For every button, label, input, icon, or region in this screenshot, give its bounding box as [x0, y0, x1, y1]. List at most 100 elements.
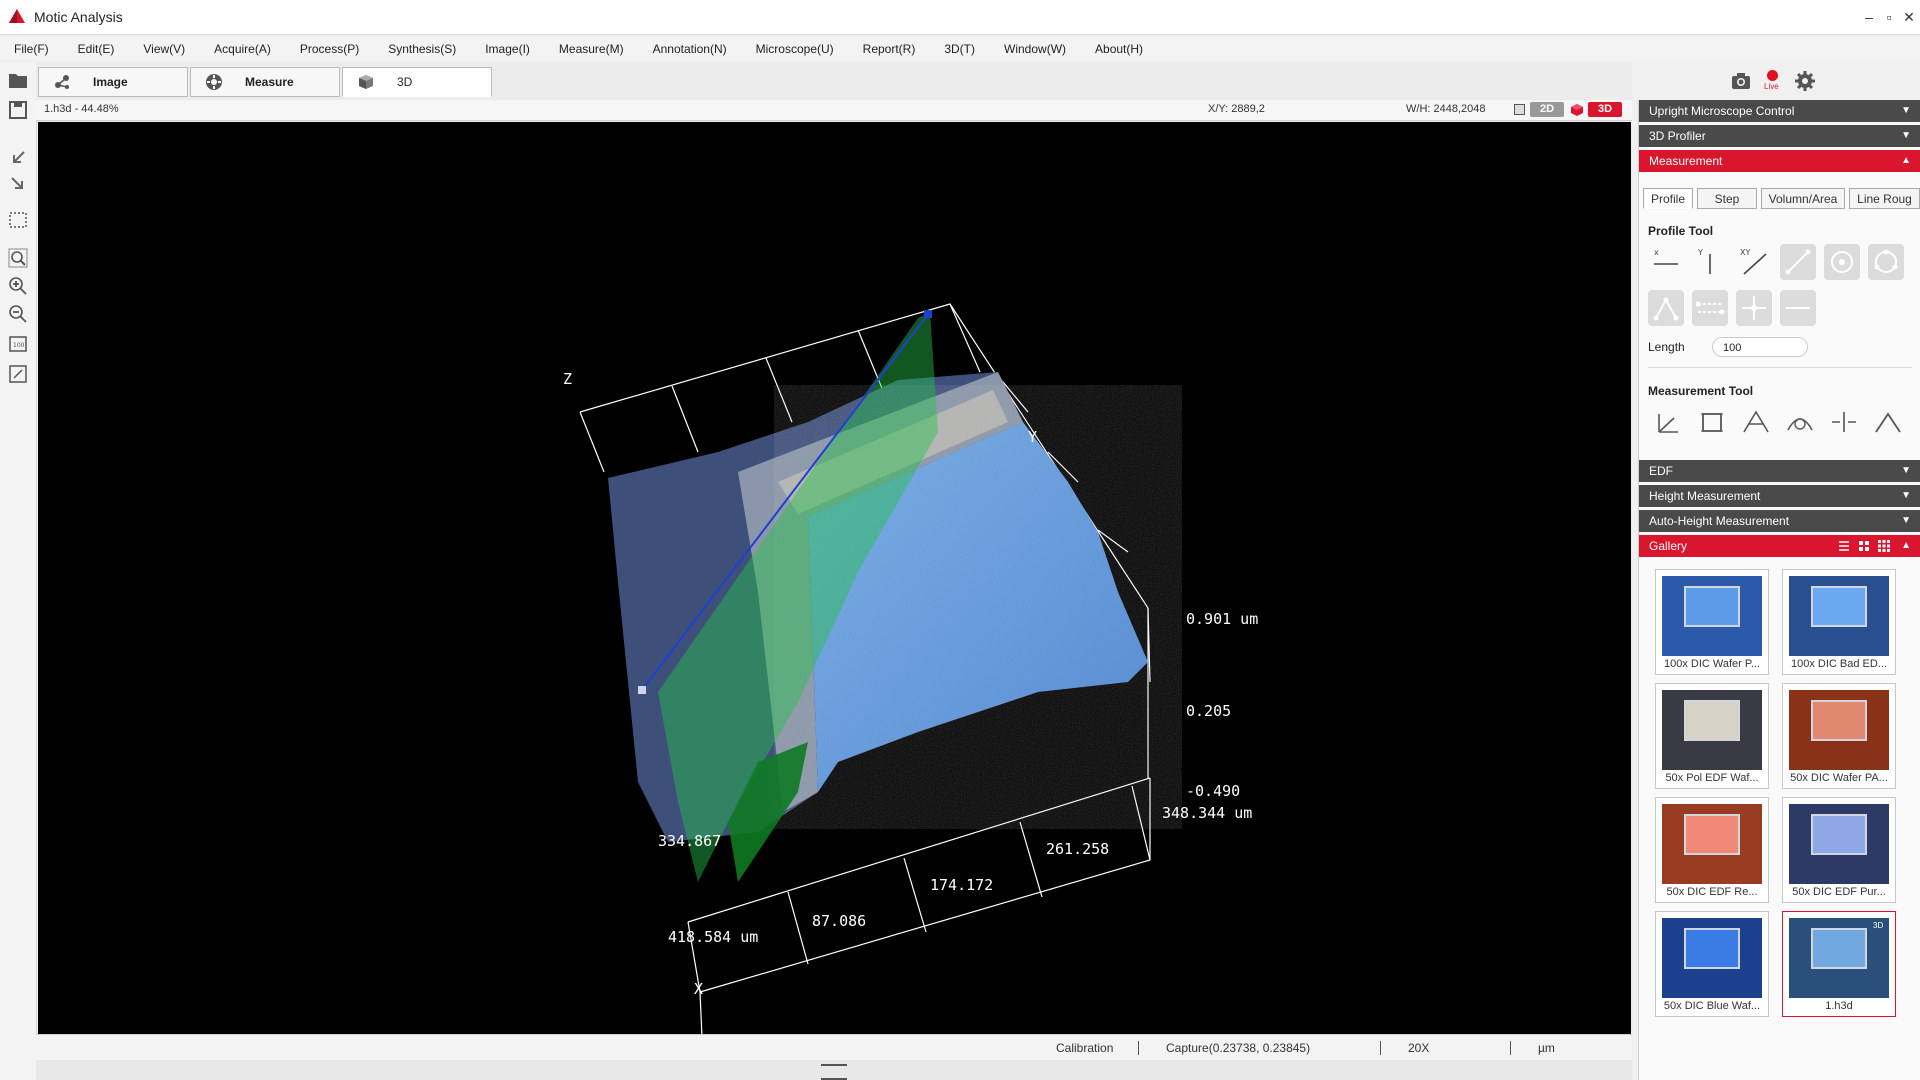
camera-icon[interactable] — [1730, 71, 1752, 91]
calibration-label[interactable]: Calibration — [1056, 1041, 1113, 1055]
overlay-toggle-icon[interactable] — [1514, 104, 1525, 115]
gear-circle-icon — [206, 74, 222, 90]
diagonal-line-tool-icon[interactable]: XY — [1736, 244, 1772, 280]
menu-edit[interactable]: Edit(E) — [78, 42, 115, 56]
minimize-button[interactable]: – — [1860, 8, 1878, 26]
status-separator — [1510, 1041, 1511, 1055]
angle-measure-icon[interactable] — [1650, 404, 1686, 440]
actual-size-icon[interactable]: 100 — [6, 332, 30, 356]
menu-file[interactable]: File(F) — [14, 42, 49, 56]
y-tick-348: 348.344 um — [1162, 804, 1252, 822]
gallery-item[interactable]: 50x DIC EDF Re... — [1655, 797, 1769, 903]
triangle-measure-icon[interactable] — [1870, 404, 1906, 440]
profile-handle[interactable] — [638, 686, 646, 694]
mode-2d-button[interactable]: 2D — [1530, 102, 1564, 117]
section-height-measurement[interactable]: Height Measurement ▼ — [1639, 485, 1920, 507]
gallery-item[interactable]: 100x DIC Bad ED... — [1782, 569, 1896, 675]
tab-3d-label: 3D — [397, 75, 413, 89]
menu-measure[interactable]: Measure(M) — [559, 42, 624, 56]
gallery-thumbnail — [1789, 804, 1889, 884]
menu-image[interactable]: Image(I) — [485, 42, 530, 56]
chevron-down-icon: ▼ — [1901, 490, 1911, 501]
rect-select-icon[interactable] — [6, 208, 30, 232]
circle-tool-icon[interactable] — [1824, 244, 1860, 280]
arc-measure-icon[interactable] — [1782, 404, 1818, 440]
section-3d-profiler[interactable]: 3D Profiler ▼ — [1639, 125, 1920, 147]
status-bar: Calibration Capture(0.23738, 0.23845) 20… — [36, 1034, 1632, 1061]
peak-measure-icon[interactable] — [1738, 404, 1774, 440]
gallery-thumbnail — [1662, 576, 1762, 656]
gallery-item[interactable]: 50x Pol EDF Waf... — [1655, 683, 1769, 789]
menu-synthesis[interactable]: Synthesis(S) — [388, 42, 456, 56]
subtab-line-roughness[interactable]: Line Roug — [1849, 188, 1920, 209]
image-size-readout: W/H: 2448,2048 — [1406, 103, 1486, 115]
menu-view[interactable]: View(V) — [143, 42, 185, 56]
menu-annotation[interactable]: Annotation(N) — [653, 42, 727, 56]
distance-measure-icon[interactable] — [1826, 404, 1862, 440]
section-edf[interactable]: EDF ▼ — [1639, 460, 1920, 482]
bottom-splitter[interactable] — [36, 1060, 1632, 1080]
thumbnail-pad — [1684, 927, 1740, 970]
horizontal-line-tool-icon[interactable]: x — [1648, 244, 1684, 280]
gear-icon[interactable] — [1794, 70, 1816, 92]
divider — [1648, 367, 1912, 368]
tab-measure[interactable]: Measure — [190, 67, 340, 97]
gallery-item[interactable]: 50x DIC Wafer PA... — [1782, 683, 1896, 789]
length-input[interactable]: 100 — [1712, 337, 1808, 357]
menu-about[interactable]: About(H) — [1095, 42, 1143, 56]
list-view-icon[interactable] — [1838, 540, 1850, 552]
gallery-item[interactable]: 50x DIC EDF Pur... — [1782, 797, 1896, 903]
menu-window[interactable]: Window(W) — [1004, 42, 1066, 56]
open-folder-icon[interactable] — [6, 68, 30, 92]
menu-microscope[interactable]: Microscope(U) — [756, 42, 834, 56]
splitter-grip-icon[interactable] — [821, 1064, 847, 1080]
tab-image[interactable]: Image — [38, 67, 188, 97]
menu-acquire[interactable]: Acquire(A) — [214, 42, 271, 56]
svg-text:Y: Y — [1697, 248, 1703, 257]
free-line-tool-icon[interactable] — [1780, 244, 1816, 280]
y-tick-261: 261.258 — [1046, 840, 1109, 858]
menu-3d[interactable]: 3D(T) — [944, 42, 975, 56]
redo-icon[interactable] — [6, 172, 30, 196]
undo-icon[interactable] — [6, 146, 30, 170]
section-label: Height Measurement — [1649, 489, 1761, 503]
grid-view-icon[interactable] — [1858, 540, 1870, 552]
thumbnail-pad — [1684, 585, 1740, 628]
live-button[interactable]: Live — [1762, 68, 1782, 94]
area-measure-icon[interactable] — [1694, 404, 1730, 440]
thumbnail-pad — [1684, 813, 1740, 856]
cross-line-tool-icon[interactable] — [1736, 290, 1772, 326]
thumbnail-pad — [1684, 699, 1740, 742]
zoom-region-icon[interactable] — [6, 246, 30, 270]
profile-handle-end[interactable] — [924, 310, 932, 318]
chevron-down-icon: ▼ — [1901, 130, 1911, 141]
menu-process[interactable]: Process(P) — [300, 42, 359, 56]
parallel-line-tool-icon[interactable] — [1692, 290, 1728, 326]
zoom-in-icon[interactable] — [6, 274, 30, 298]
fit-window-icon[interactable] — [6, 362, 30, 386]
gallery-item[interactable]: 100x DIC Wafer P... — [1655, 569, 1769, 675]
gallery-item[interactable]: 50x DIC Blue Waf... — [1655, 911, 1769, 1017]
gallery-caption: 100x DIC Wafer P... — [1664, 658, 1760, 670]
3d-view-canvas[interactable]: Z Y X 0.901 um 0.205 -0.490 348.344 um 2… — [38, 122, 1631, 1034]
subtab-volume-area[interactable]: Volumn/Area — [1761, 188, 1845, 209]
polyline-tool-icon[interactable] — [1648, 290, 1684, 326]
gallery-item-selected[interactable]: 3D 1.h3d — [1782, 911, 1896, 1017]
subtab-step[interactable]: Step — [1697, 188, 1757, 209]
section-upright-microscope[interactable]: Upright Microscope Control ▼ — [1639, 100, 1920, 122]
mode-3d-button[interactable]: 3D — [1588, 102, 1622, 117]
section-auto-height-measurement[interactable]: Auto-Height Measurement ▼ — [1639, 510, 1920, 532]
tab-3d[interactable]: 3D — [342, 67, 492, 97]
tab-measure-label: Measure — [245, 75, 294, 89]
zoom-out-icon[interactable] — [6, 302, 30, 326]
close-button[interactable]: ✕ — [1900, 8, 1918, 26]
horizontal-bar-tool-icon[interactable] — [1780, 290, 1816, 326]
save-icon[interactable] — [6, 98, 30, 122]
menu-report[interactable]: Report(R) — [863, 42, 916, 56]
vertical-line-tool-icon[interactable]: Y — [1692, 244, 1728, 280]
maximize-button[interactable]: ▫ — [1880, 8, 1898, 26]
section-measurement[interactable]: Measurement ▲ — [1639, 150, 1920, 172]
circular-path-tool-icon[interactable] — [1868, 244, 1904, 280]
subtab-profile[interactable]: Profile — [1643, 188, 1693, 209]
small-grid-view-icon[interactable] — [1878, 540, 1890, 552]
